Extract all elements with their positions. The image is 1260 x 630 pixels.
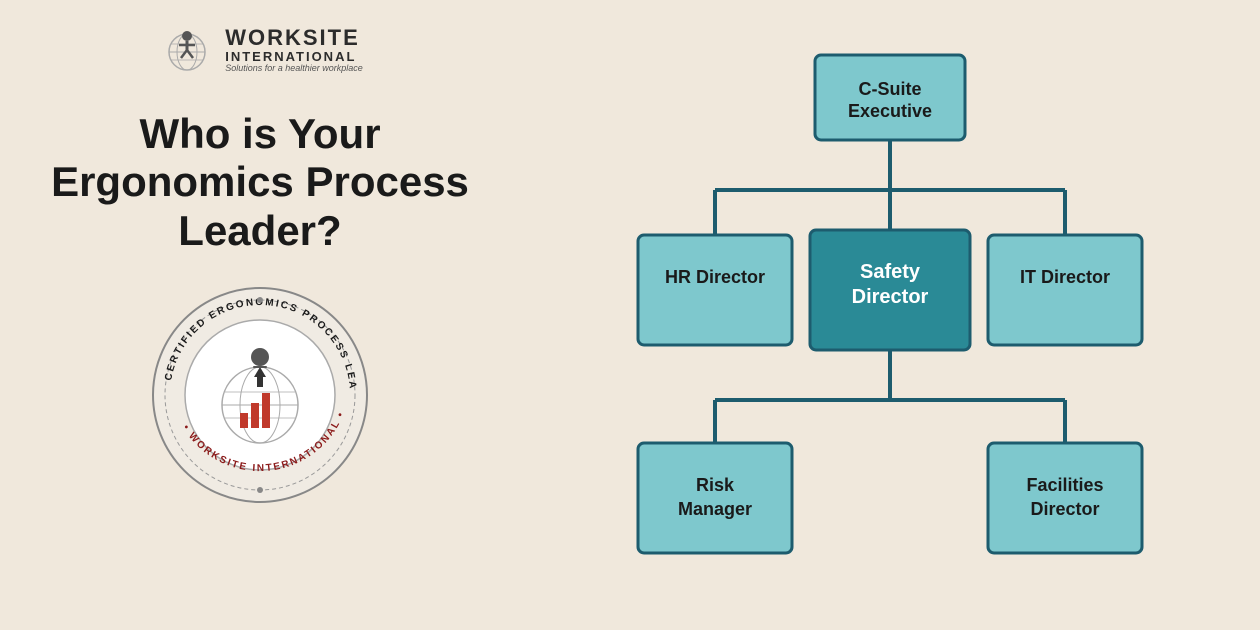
risk-manager-label: Risk	[696, 475, 735, 495]
badge-container: CERTIFIED ERGONOMICS PROCESS LEADER • WO…	[150, 285, 370, 505]
org-chart-svg: C-Suite Executive HR Director Safety Dir…	[560, 25, 1220, 605]
logo-icon	[157, 20, 217, 80]
left-panel: WORKSITE INTERNATIONAL Solutions for a h…	[0, 0, 520, 630]
logo-text: WORKSITE INTERNATIONAL Solutions for a h…	[225, 26, 363, 74]
csuite-label: C-Suite	[859, 79, 922, 99]
csuite-label2: Executive	[848, 101, 932, 121]
it-director-label: IT Director	[1020, 267, 1110, 287]
facilities-director-label2: Director	[1030, 499, 1099, 519]
headline: Who is Your Ergonomics Process Leader?	[0, 110, 520, 255]
logo-tagline: Solutions for a healthier workplace	[225, 64, 363, 74]
risk-manager-label2: Manager	[678, 499, 752, 519]
logo-sub-text: INTERNATIONAL	[225, 50, 363, 64]
badge-svg: CERTIFIED ERGONOMICS PROCESS LEADER • WO…	[150, 285, 370, 505]
safety-director-label: Safety	[860, 261, 921, 283]
logo-area: WORKSITE INTERNATIONAL Solutions for a h…	[157, 20, 363, 80]
right-panel: C-Suite Executive HR Director Safety Dir…	[520, 0, 1260, 630]
logo-main: WORKSITE	[225, 26, 363, 50]
safety-director-label2: Director	[852, 286, 929, 308]
hr-director-label: HR Director	[665, 267, 765, 287]
facilities-director-label: Facilities	[1026, 475, 1103, 495]
